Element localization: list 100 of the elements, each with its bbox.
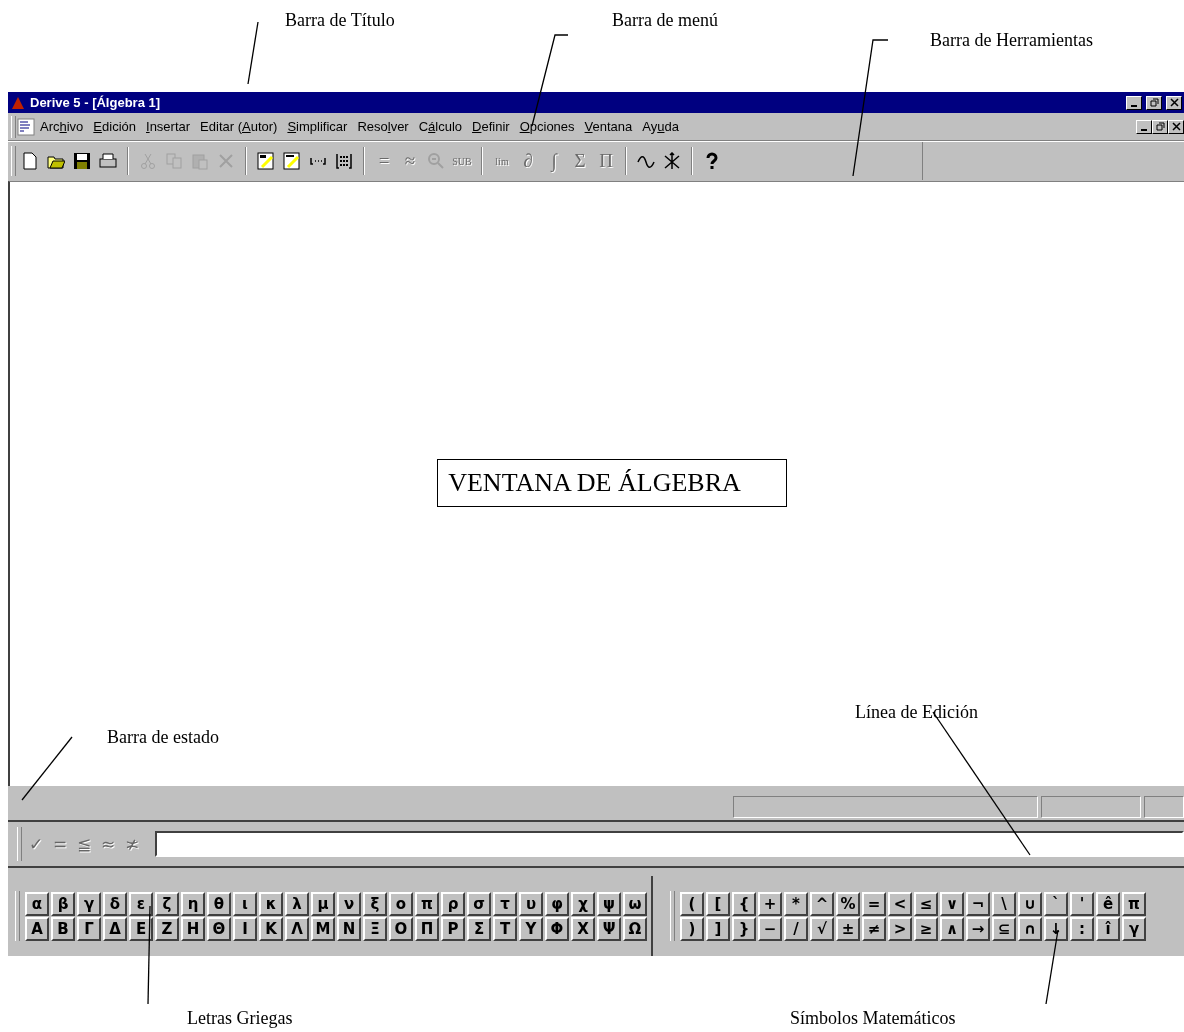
greek-letter-key[interactable]: ε <box>129 891 153 916</box>
math-symbol-key[interactable]: ∨ <box>940 891 964 916</box>
math-symbol-key[interactable]: ¬ <box>966 891 990 916</box>
math-symbol-key[interactable]: ∧ <box>940 916 964 941</box>
greek-letter-key[interactable]: Θ <box>207 916 231 941</box>
math-symbol-key[interactable]: ^ <box>810 891 834 916</box>
greek-letter-key[interactable]: Ν <box>337 916 361 941</box>
math-symbol-key[interactable]: ≥ <box>914 916 938 941</box>
math-symbol-key[interactable]: ' <box>1070 891 1094 916</box>
math-symbol-key[interactable]: π <box>1122 891 1146 916</box>
greek-letter-key[interactable]: υ <box>519 891 543 916</box>
greek-letter-key[interactable]: β <box>51 891 75 916</box>
greek-letter-key[interactable]: Χ <box>571 916 595 941</box>
greek-letter-key[interactable]: ρ <box>441 891 465 916</box>
greek-letter-key[interactable]: λ <box>285 891 309 916</box>
menu-item[interactable]: Definir <box>467 117 515 136</box>
minimize-button[interactable] <box>1126 95 1142 110</box>
restore-button[interactable] <box>1152 119 1168 134</box>
math-symbol-key[interactable]: { <box>732 891 756 916</box>
greek-letter-key[interactable]: ν <box>337 891 361 916</box>
math-symbol-key[interactable]: / <box>784 916 808 941</box>
greek-letter-key[interactable]: ξ <box>363 891 387 916</box>
menu-item[interactable]: Archivo <box>35 117 89 136</box>
math-symbol-key[interactable]: ` <box>1044 891 1068 916</box>
greek-letter-key[interactable]: η <box>181 891 205 916</box>
close-button[interactable] <box>1166 95 1182 110</box>
menu-item[interactable]: Cálculo <box>413 117 468 136</box>
greek-letter-key[interactable]: φ <box>545 891 569 916</box>
greek-letter-key[interactable]: Ζ <box>155 916 179 941</box>
math-symbol-key[interactable]: ± <box>836 916 860 941</box>
greek-letter-key[interactable]: ο <box>389 891 413 916</box>
math-symbol-key[interactable]: * <box>784 891 808 916</box>
math-symbol-key[interactable]: % <box>836 891 860 916</box>
math-symbol-key[interactable]: γ <box>1122 916 1146 941</box>
greek-letter-key[interactable]: γ <box>77 891 101 916</box>
greek-letter-key[interactable]: Σ <box>467 916 491 941</box>
greek-letter-key[interactable]: Β <box>51 916 75 941</box>
greek-letter-key[interactable]: χ <box>571 891 595 916</box>
math-symbol-key[interactable]: ⊆ <box>992 916 1016 941</box>
greek-letter-key[interactable]: Κ <box>259 916 283 941</box>
greek-letter-key[interactable]: Δ <box>103 916 127 941</box>
greek-letter-key[interactable]: Ο <box>389 916 413 941</box>
greek-letter-key[interactable]: ι <box>233 891 257 916</box>
greek-letter-key[interactable]: Ι <box>233 916 257 941</box>
menu-item[interactable]: Editar (Autor) <box>195 117 283 136</box>
math-symbol-key[interactable]: + <box>758 891 782 916</box>
menu-item[interactable]: Edición <box>88 117 141 136</box>
math-symbol-key[interactable]: ≠ <box>862 916 886 941</box>
greek-letter-key[interactable]: Ω <box>623 916 647 941</box>
menu-item[interactable]: Insertar <box>141 117 196 136</box>
math-symbol-key[interactable]: [ <box>706 891 730 916</box>
math-symbol-key[interactable]: < <box>888 891 912 916</box>
menu-item[interactable]: Ventana <box>579 117 638 136</box>
greek-letter-key[interactable]: Φ <box>545 916 569 941</box>
greek-letter-key[interactable]: Ρ <box>441 916 465 941</box>
math-symbol-key[interactable]: ê <box>1096 891 1120 916</box>
math-symbol-key[interactable]: → <box>966 916 990 941</box>
math-symbol-key[interactable]: î <box>1096 916 1120 941</box>
greek-letter-key[interactable]: Η <box>181 916 205 941</box>
greek-letter-key[interactable]: μ <box>311 891 335 916</box>
greek-letter-key[interactable]: Γ <box>77 916 101 941</box>
greek-letter-key[interactable]: τ <box>493 891 517 916</box>
math-symbol-key[interactable]: ( <box>680 891 704 916</box>
math-symbol-key[interactable]: ≤ <box>914 891 938 916</box>
menu-item[interactable]: Opciones <box>514 117 580 136</box>
greek-letter-key[interactable]: κ <box>259 891 283 916</box>
greek-letter-key[interactable]: Ε <box>129 916 153 941</box>
greek-letter-key[interactable]: σ <box>467 891 491 916</box>
math-symbol-key[interactable]: − <box>758 916 782 941</box>
menu-item[interactable]: Ayuda <box>637 117 684 136</box>
greek-letter-key[interactable]: π <box>415 891 439 916</box>
greek-letter-key[interactable]: Λ <box>285 916 309 941</box>
greek-letter-key[interactable]: θ <box>207 891 231 916</box>
math-symbol-key[interactable]: \ <box>992 891 1016 916</box>
restore-button[interactable] <box>1146 95 1162 110</box>
edit-line-field[interactable] <box>155 831 1184 857</box>
math-symbol-key[interactable]: ↓ <box>1044 916 1068 941</box>
greek-letter-key[interactable]: Ξ <box>363 916 387 941</box>
menu-item[interactable]: Resolver <box>352 117 414 136</box>
greek-letter-key[interactable]: Π <box>415 916 439 941</box>
greek-letter-key[interactable]: Μ <box>311 916 335 941</box>
minimize-button[interactable] <box>1136 119 1152 134</box>
greek-letter-key[interactable]: α <box>25 891 49 916</box>
math-symbol-key[interactable]: = <box>862 891 886 916</box>
greek-letter-key[interactable]: Υ <box>519 916 543 941</box>
math-symbol-key[interactable]: } <box>732 916 756 941</box>
greek-letter-key[interactable]: δ <box>103 891 127 916</box>
math-symbol-key[interactable]: √ <box>810 916 834 941</box>
math-symbol-key[interactable]: ∩ <box>1018 916 1042 941</box>
math-symbol-key[interactable]: : <box>1070 916 1094 941</box>
math-symbol-key[interactable]: ∪ <box>1018 891 1042 916</box>
greek-letter-key[interactable]: ω <box>623 891 647 916</box>
close-button[interactable] <box>1168 119 1184 134</box>
math-symbol-key[interactable]: > <box>888 916 912 941</box>
greek-letter-key[interactable]: Α <box>25 916 49 941</box>
math-symbol-key[interactable]: ) <box>680 916 704 941</box>
greek-letter-key[interactable]: ψ <box>597 891 621 916</box>
greek-letter-key[interactable]: ζ <box>155 891 179 916</box>
math-symbol-key[interactable]: ] <box>706 916 730 941</box>
greek-letter-key[interactable]: Ψ <box>597 916 621 941</box>
